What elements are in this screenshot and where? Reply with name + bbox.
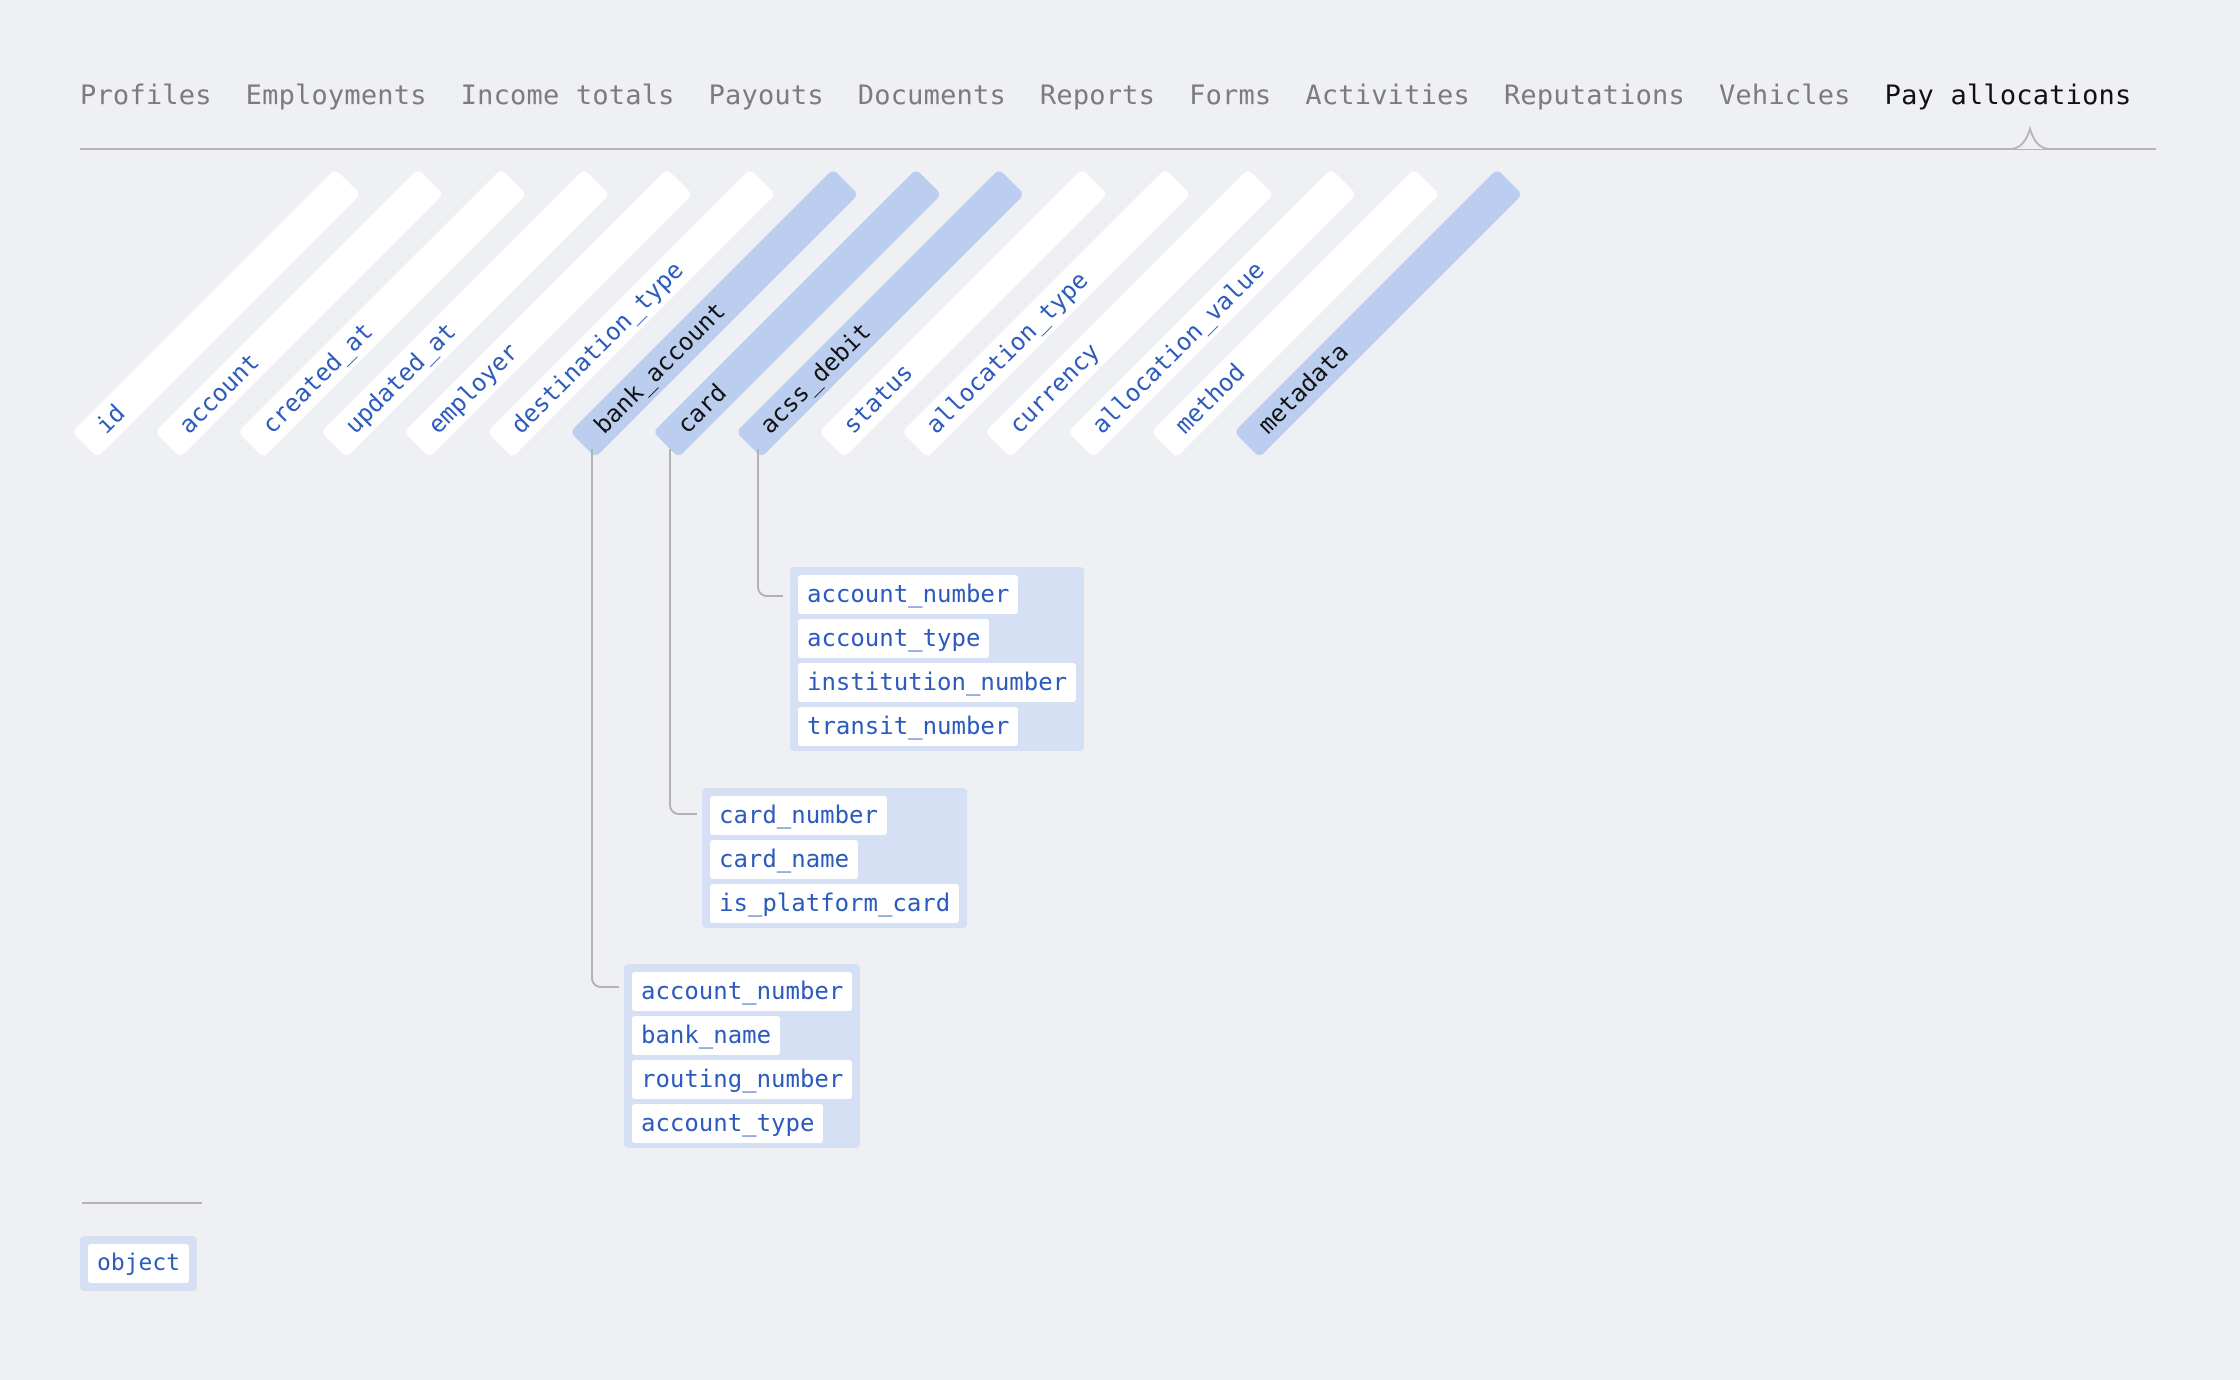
subgroup-card: card_number card_name is_platform_card [702, 788, 968, 928]
connector-acss-debit [757, 449, 783, 597]
subfield-bank-name[interactable]: bank_name [632, 1016, 781, 1055]
subfield-card-number[interactable]: card_number [710, 796, 887, 835]
subfield-transit-number[interactable]: transit_number [798, 707, 1019, 746]
legend-divider [82, 1202, 202, 1204]
connector-card [669, 449, 697, 815]
subgroup-acss-debit: account_number account_type institution_… [790, 567, 1085, 751]
subfield-account-type[interactable]: account_type [798, 619, 990, 658]
subfield-is-platform-card[interactable]: is_platform_card [710, 884, 960, 923]
subfield-routing-number[interactable]: routing_number [632, 1060, 853, 1099]
connector-bank-account [591, 449, 619, 988]
subfield-account-type[interactable]: account_type [632, 1104, 824, 1143]
legend-object-label: object [88, 1244, 190, 1283]
field-bars: id account created_at updated_at employe… [0, 0, 2240, 460]
subfield-account-number[interactable]: account_number [798, 575, 1019, 614]
subfield-card-name[interactable]: card_name [710, 840, 859, 879]
legend-object: object [80, 1236, 198, 1291]
subfield-account-number[interactable]: account_number [632, 972, 853, 1011]
subgroup-bank-account: account_number bank_name routing_number … [624, 964, 861, 1148]
subfield-institution-number[interactable]: institution_number [798, 663, 1077, 702]
